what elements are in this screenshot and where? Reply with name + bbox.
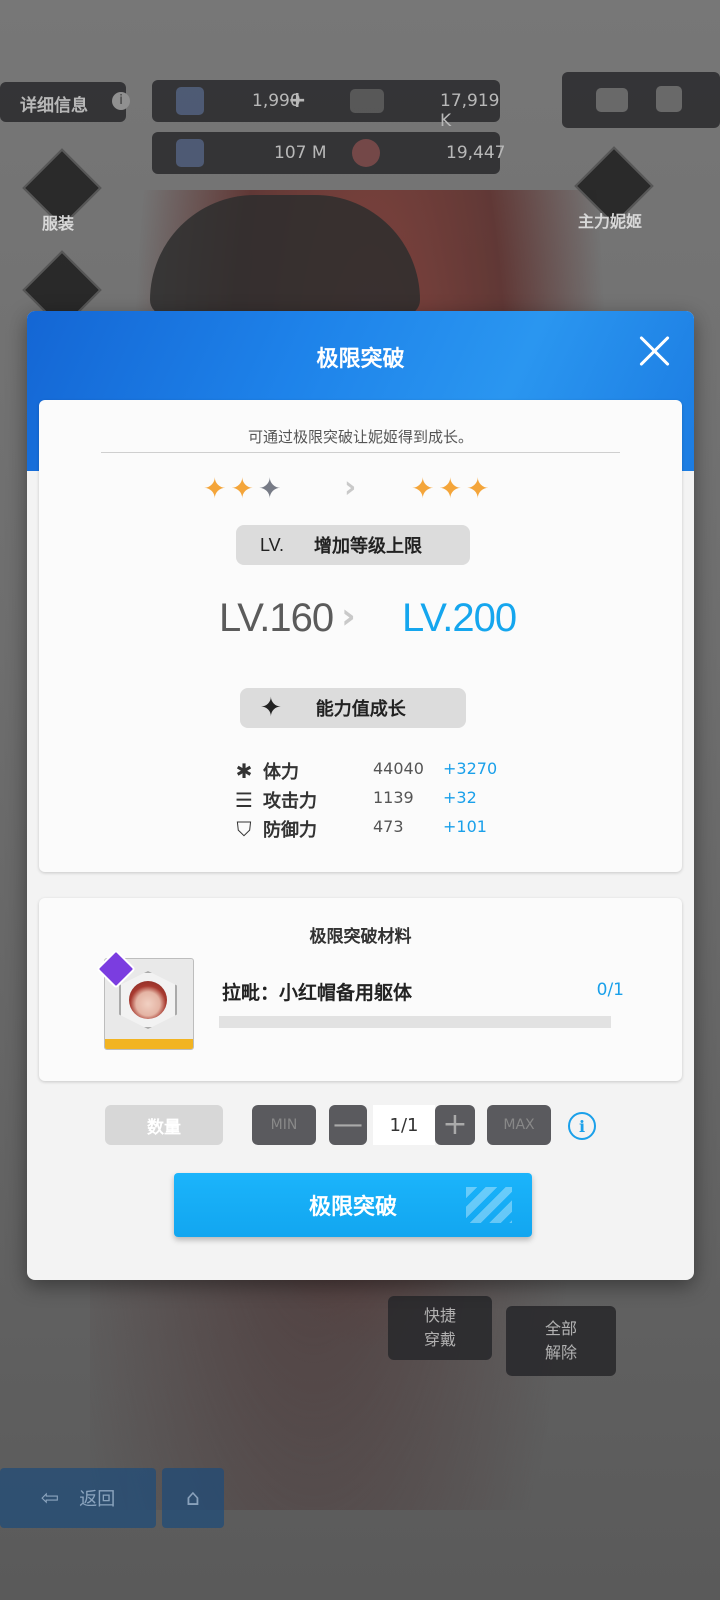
plus-icon: + bbox=[442, 1107, 468, 1142]
gem-icon bbox=[176, 87, 204, 115]
stat-value: 1139 bbox=[373, 788, 414, 807]
material-title: 极限突破材料 bbox=[309, 927, 412, 947]
costume-label: 服装 bbox=[42, 214, 75, 233]
credit-icon bbox=[350, 89, 384, 113]
stat-row-def: ⛉ 防御力 473 +101 bbox=[233, 816, 493, 845]
level-arrow-icon: › bbox=[341, 596, 356, 637]
unequip-all-button[interactable]: 全部 解除 bbox=[506, 1306, 616, 1376]
material-progress-bar bbox=[219, 1016, 611, 1028]
asterisk-icon: ✱ bbox=[235, 759, 253, 783]
battle-data-value: 107 M bbox=[274, 143, 327, 163]
add-gems-button[interactable]: + bbox=[288, 88, 306, 113]
star-icon: ✦ bbox=[438, 472, 466, 505]
rarity-bar bbox=[105, 1039, 193, 1049]
stat-increase: +3270 bbox=[443, 759, 498, 778]
material-name: 拉毗：小红帽备用躯体 bbox=[222, 982, 413, 1004]
stat-increase: +32 bbox=[443, 788, 477, 807]
detail-info-button[interactable]: 详细信息 i bbox=[0, 82, 130, 122]
stat-value: 473 bbox=[373, 817, 404, 836]
stat-increase: +101 bbox=[443, 817, 487, 836]
stat-name: 体力 bbox=[263, 762, 299, 783]
level-new: LV.200 bbox=[402, 596, 517, 640]
confirm-label: 极限突破 bbox=[308, 1195, 397, 1220]
credits-value: 17,919 K bbox=[440, 91, 500, 131]
growth-pill: ✦ 能力值成长 bbox=[240, 688, 466, 728]
back-button[interactable]: ⇦ 返回 bbox=[0, 1468, 156, 1528]
home-button[interactable]: ⌂ bbox=[162, 1468, 224, 1528]
stat-row-atk: ☰ 攻击力 1139 +32 bbox=[233, 787, 493, 816]
stat-name: 防御力 bbox=[263, 820, 317, 841]
quantity-label: 数量 bbox=[105, 1105, 223, 1145]
stars-arrow-icon: › bbox=[344, 470, 357, 505]
min-button[interactable]: MIN bbox=[252, 1105, 316, 1145]
back-label: 返回 bbox=[79, 1489, 116, 1510]
stripes-decoration bbox=[466, 1187, 512, 1223]
detail-info-label: 详细信息 bbox=[20, 96, 88, 116]
level-cap-label: 增加等级上限 bbox=[314, 536, 423, 557]
star-icon: ✦ bbox=[411, 472, 439, 505]
stars-after: ✦✦✦ bbox=[411, 472, 493, 505]
stat-name: 攻击力 bbox=[263, 791, 317, 812]
stat-row-hp: ✱ 体力 44040 +3270 bbox=[233, 758, 498, 787]
minus-icon: — bbox=[333, 1107, 363, 1142]
limit-break-info-card: 可通过极限突破让妮姬得到成长。 ✦✦✦ › ✦✦✦ LV. 增加等级上限 LV.… bbox=[39, 400, 682, 872]
level-old: LV.160 bbox=[219, 596, 334, 640]
level-cap-pill: LV. 增加等级上限 bbox=[236, 525, 470, 565]
mail-icon[interactable] bbox=[596, 88, 628, 112]
currency-row-bottom: 107 M 19,447 bbox=[152, 132, 505, 174]
material-count: 0/1 bbox=[596, 980, 624, 1000]
info-icon[interactable]: i bbox=[568, 1112, 596, 1140]
star-icon: ✦ bbox=[465, 472, 494, 505]
star-icon: ✦ bbox=[230, 472, 258, 505]
core-dust-icon bbox=[352, 139, 380, 167]
growth-label: 能力值成长 bbox=[315, 699, 406, 720]
info-icon: i bbox=[112, 92, 130, 110]
home-icon: ⌂ bbox=[186, 1485, 200, 1511]
grid-menu-icon[interactable] bbox=[656, 86, 682, 112]
quantity-value: 1/1 bbox=[373, 1105, 435, 1145]
level-prefix: LV. bbox=[260, 534, 285, 555]
description-text: 可通过极限突破让妮姬得到成长。 bbox=[247, 428, 473, 446]
material-card: 极限突破材料 拉毗：小红帽备用躯体 0/1 bbox=[39, 898, 682, 1081]
four-point-star-icon: ✦ bbox=[260, 693, 282, 723]
limit-break-confirm-button[interactable]: 极限突破 bbox=[174, 1173, 532, 1237]
divider bbox=[101, 452, 620, 453]
bullets-icon: ☰ bbox=[235, 788, 253, 812]
stat-value: 44040 bbox=[373, 759, 424, 778]
stars-before: ✦✦✦ bbox=[203, 472, 285, 505]
quick-equip-button[interactable]: 快捷 穿戴 bbox=[388, 1296, 492, 1360]
main-nikke-label: 主力妮姬 bbox=[578, 212, 643, 231]
battle-data-icon bbox=[176, 139, 204, 167]
star-icon: ✦ bbox=[257, 472, 286, 505]
plus-button[interactable]: + bbox=[435, 1105, 475, 1145]
material-portrait bbox=[129, 981, 167, 1019]
close-icon[interactable] bbox=[636, 333, 672, 369]
shield-icon: ⛉ bbox=[236, 817, 252, 841]
exit-icon: ⇦ bbox=[40, 1485, 60, 1511]
top-right-menu bbox=[562, 72, 720, 128]
minus-button[interactable]: — bbox=[329, 1105, 367, 1145]
star-icon: ✦ bbox=[203, 472, 231, 505]
currency-row-top: 1,990 + 17,919 K bbox=[152, 80, 500, 131]
modal-title: 极限突破 bbox=[316, 347, 405, 372]
max-button[interactable]: MAX bbox=[487, 1105, 551, 1145]
limit-break-modal: 极限突破 可通过极限突破让妮姬得到成长。 ✦✦✦ › ✦✦✦ LV. 增加等级上… bbox=[27, 311, 694, 1280]
core-dust-value: 19,447 bbox=[446, 143, 506, 163]
